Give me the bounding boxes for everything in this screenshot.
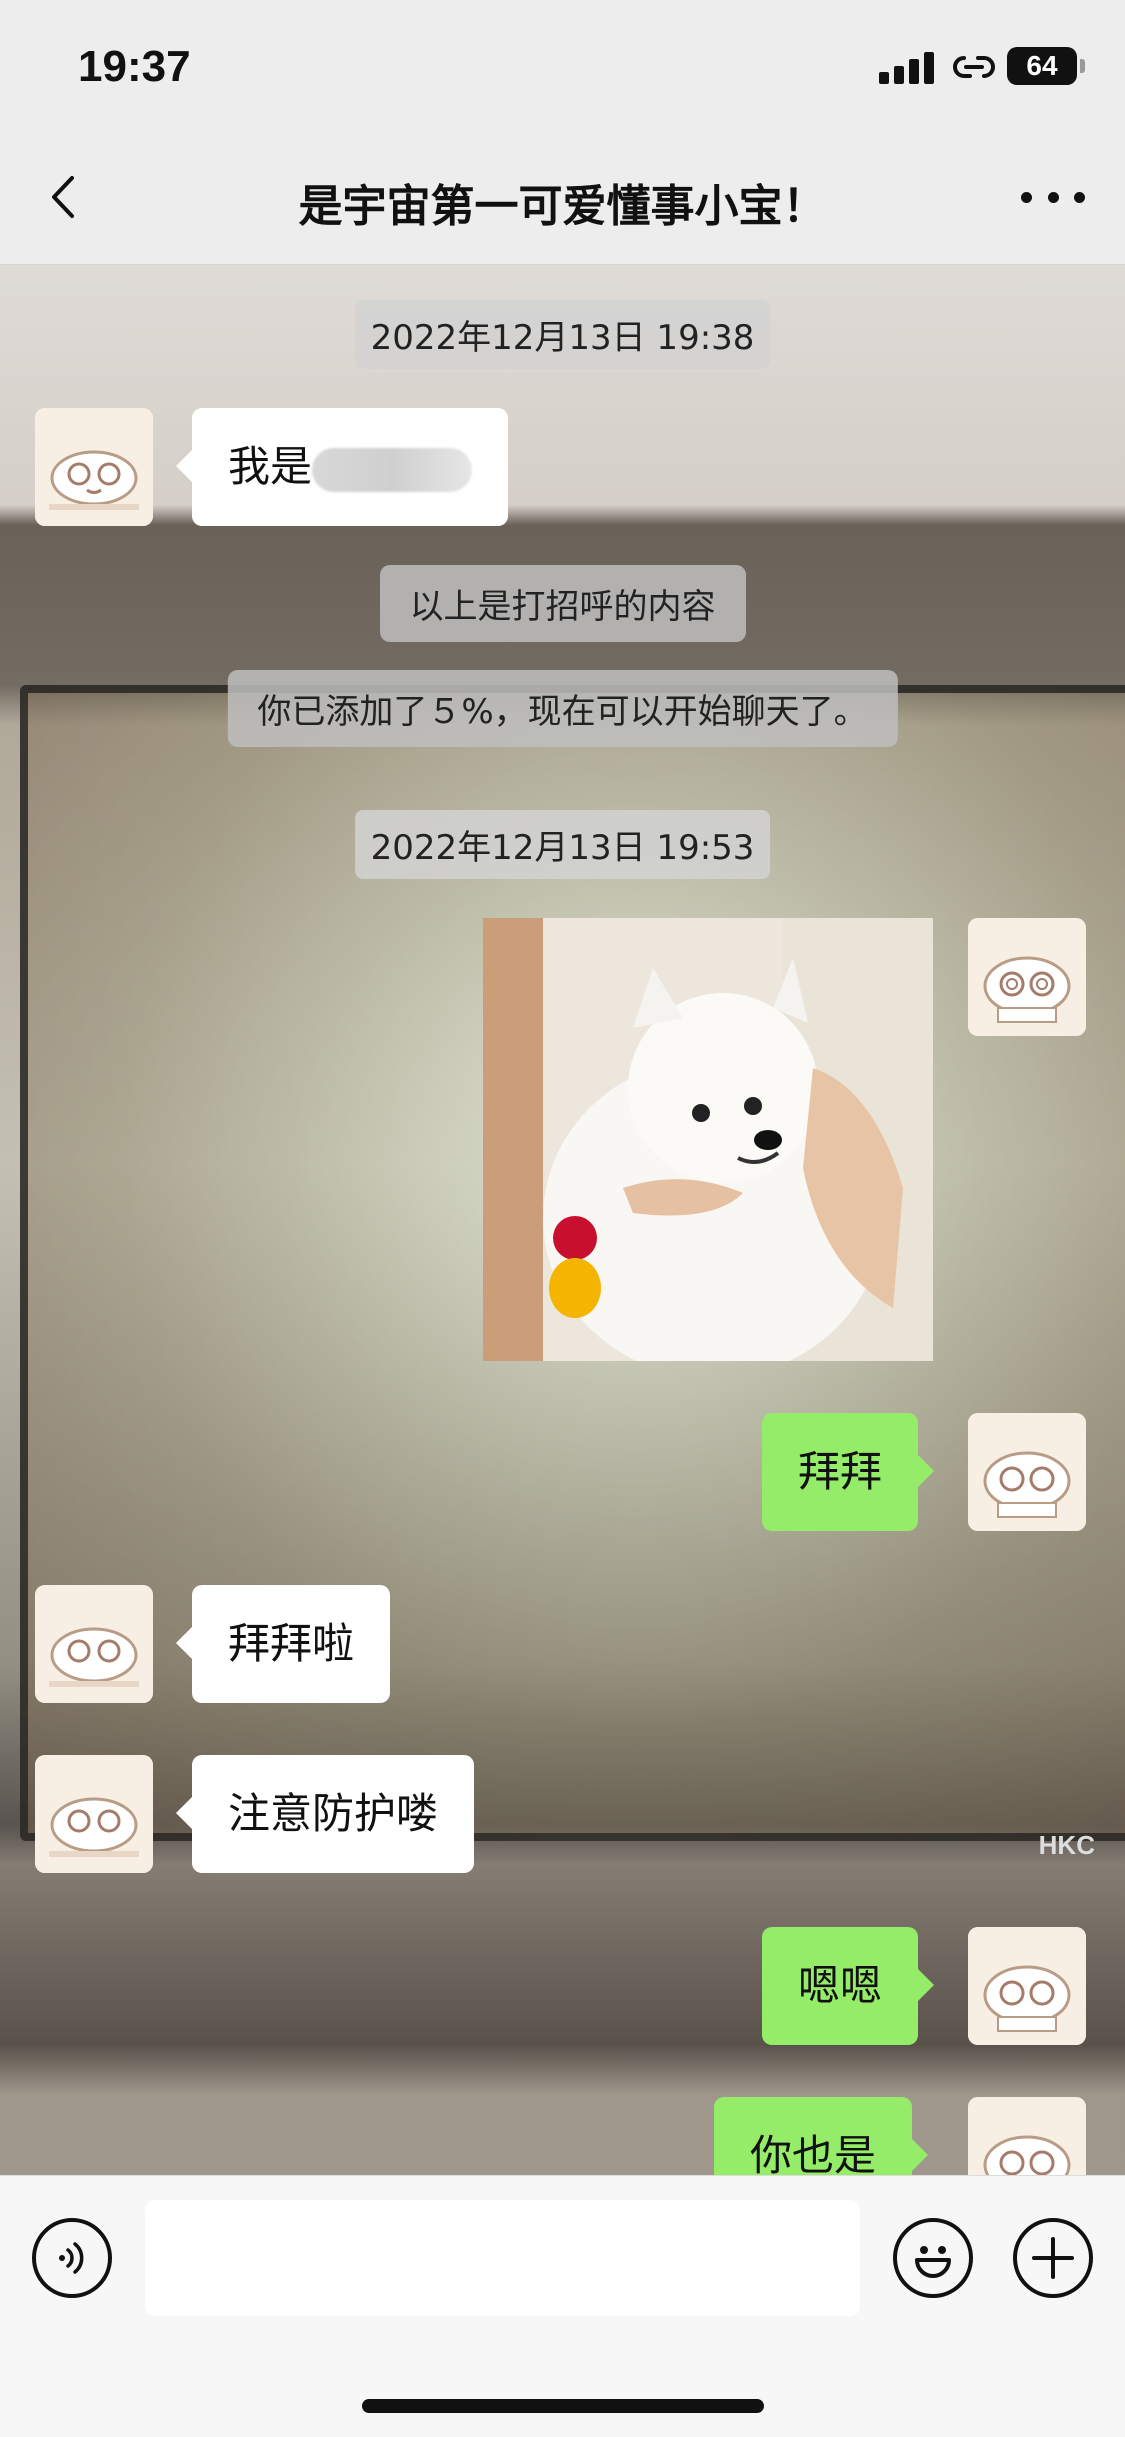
contact-avatar[interactable] xyxy=(35,408,153,526)
voice-input-button[interactable] xyxy=(32,2218,112,2298)
status-time: 19:37 xyxy=(78,42,191,91)
contact-avatar[interactable] xyxy=(35,1755,153,1873)
smiley-icon xyxy=(915,2246,951,2278)
message-text: 拜拜 xyxy=(798,1447,883,1496)
message-text: 拜拜啦 xyxy=(228,1619,355,1668)
more-dots-icon xyxy=(1021,191,1032,203)
cartoon-avatar-icon xyxy=(35,408,153,526)
cartoon-avatar-icon xyxy=(35,1585,153,1703)
plus-icon xyxy=(1032,2237,1074,2279)
message-bubble-incoming[interactable]: 注意防护喽 xyxy=(175,1755,475,1873)
emoji-button[interactable] xyxy=(893,2218,973,2298)
cartoon-avatar-icon xyxy=(968,1927,1086,2045)
more-functions-button[interactable] xyxy=(1013,2218,1093,2298)
chevron-left-icon xyxy=(52,176,74,218)
message-input[interactable] xyxy=(145,2200,860,2316)
cartoon-avatar-icon xyxy=(968,918,1086,1036)
voice-icon xyxy=(59,2242,84,2274)
cartoon-avatar-icon xyxy=(35,1755,153,1873)
contact-avatar[interactable] xyxy=(35,1585,153,1703)
input-bar xyxy=(0,2175,1125,2437)
image-message[interactable] xyxy=(483,918,933,1361)
my-avatar[interactable] xyxy=(968,918,1086,1036)
timestamp: 2022年12月13日 19:38 xyxy=(354,300,771,369)
chat-title: 是宇宙第一可爱懂事小宝！ xyxy=(298,181,827,232)
my-avatar[interactable] xyxy=(968,1927,1086,2045)
cellular-signal-icon xyxy=(879,50,935,84)
cartoon-avatar-icon xyxy=(968,2097,1086,2175)
more-options-button[interactable] xyxy=(1021,172,1085,222)
message-bubble-outgoing[interactable]: 你也是 xyxy=(714,2097,929,2175)
home-indicator xyxy=(362,2399,764,2413)
redacted-name xyxy=(312,447,473,492)
status-bar: 19:37 64 xyxy=(0,0,1125,130)
message-text: 你也是 xyxy=(750,2131,877,2175)
back-button[interactable] xyxy=(40,172,90,222)
message-bubble-incoming[interactable]: 我是 xyxy=(175,408,509,526)
timestamp: 2022年12月13日 19:53 xyxy=(354,810,771,879)
system-message: 你已添加了５%，现在可以开始聊天了。 xyxy=(227,670,898,747)
battery-icon: 64 xyxy=(1007,47,1085,85)
message-bubble-incoming[interactable]: 拜拜啦 xyxy=(175,1585,391,1703)
my-avatar[interactable] xyxy=(968,2097,1086,2175)
message-text: 注意防护喽 xyxy=(228,1789,439,1838)
message-bubble-outgoing[interactable]: 拜拜 xyxy=(762,1413,935,1531)
link-status-icon xyxy=(953,56,995,78)
system-message: 以上是打招呼的内容 xyxy=(379,565,746,642)
message-text: 嗯嗯 xyxy=(798,1961,883,2010)
chat-message-list[interactable]: 2022年12月13日 19:38 我是 以上是打招呼的内容 你已添加了５%，现… xyxy=(0,265,1125,2175)
my-avatar[interactable] xyxy=(968,1413,1086,1531)
chat-header: 是宇宙第一可爱懂事小宝！ xyxy=(0,130,1125,265)
message-bubble-outgoing[interactable]: 嗯嗯 xyxy=(762,1927,935,2045)
dog-photo-image xyxy=(483,918,933,1361)
cartoon-avatar-icon xyxy=(968,1413,1086,1531)
message-text: 我是 xyxy=(228,442,313,491)
